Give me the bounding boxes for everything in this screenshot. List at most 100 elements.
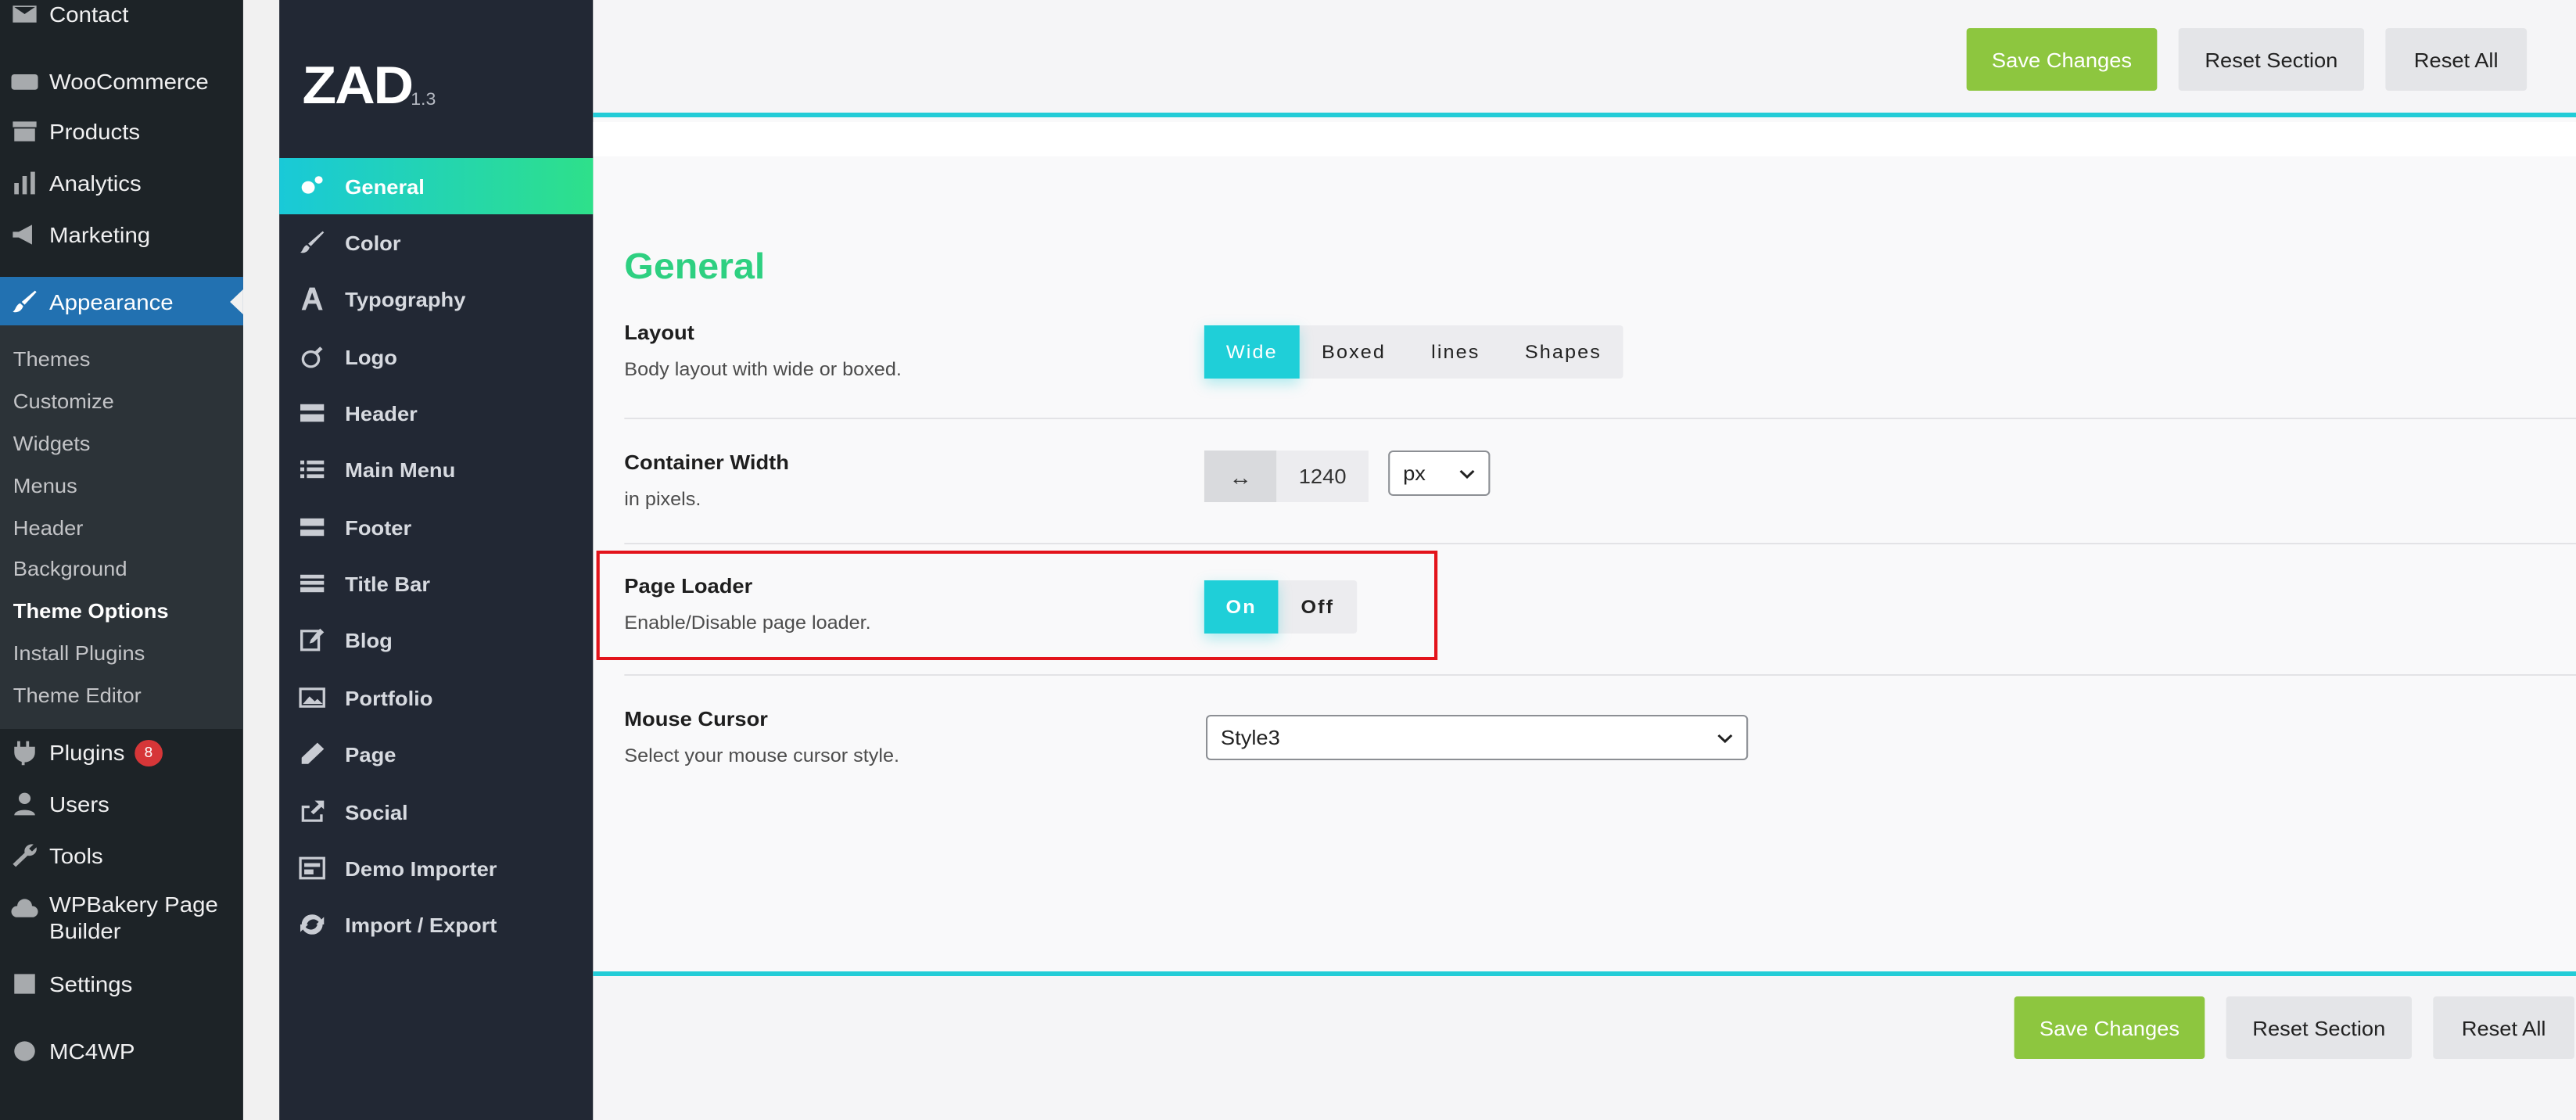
save-changes-button[interactable]: Save Changes [1966, 28, 2158, 91]
title-bar-icon [279, 571, 345, 596]
wp-menu-appearance[interactable]: Appearance [0, 277, 243, 327]
wp-menu-label: Settings [49, 971, 133, 996]
wp-menu-marketing[interactable]: Marketing [0, 210, 243, 260]
wp-menu-label: Products [49, 119, 141, 144]
archive-icon [0, 117, 49, 145]
nav-label: Main Menu [345, 458, 456, 481]
wp-menu-settings[interactable]: Settings [0, 959, 243, 1009]
nav-color[interactable]: Color [279, 214, 593, 271]
wp-menu-wpbakery[interactable]: WPBakery Page Builder [0, 892, 243, 954]
width-unit-select[interactable]: px [1388, 451, 1491, 496]
theme-version: 1.3 [411, 91, 436, 109]
reset-all-button-bottom[interactable]: Reset All [2433, 996, 2574, 1059]
header-divider-strip [593, 122, 2576, 156]
nav-label: Footer [345, 515, 412, 539]
wp-menu-analytics[interactable]: Analytics [0, 158, 243, 208]
field-divider [624, 543, 2576, 544]
theme-options-nav: ZAD 1.3 General Color Typography Logo He… [279, 0, 594, 1120]
nav-logo[interactable]: Logo [279, 328, 593, 385]
wp-menu-tools[interactable]: Tools [0, 831, 243, 881]
nav-general[interactable]: General [279, 158, 594, 214]
wp-menu-products[interactable]: Products [0, 106, 243, 156]
brush-icon [279, 230, 345, 255]
nav-portfolio[interactable]: Portfolio [279, 669, 593, 726]
container-width-input: ↔ 1240 [1204, 451, 1369, 502]
settings-icon [0, 970, 49, 998]
wp-menu-label: Users [49, 792, 109, 817]
layout-option-boxed[interactable]: Boxed [1300, 325, 1408, 379]
nav-footer[interactable]: Footer [279, 499, 593, 555]
wrench-icon [0, 842, 49, 870]
submenu-menus[interactable]: Menus [13, 474, 77, 497]
nav-page[interactable]: Page [279, 726, 593, 782]
refresh-icon [279, 912, 345, 937]
nav-title-bar[interactable]: Title Bar [279, 555, 593, 612]
submenu-install-plugins[interactable]: Install Plugins [13, 641, 145, 665]
save-changes-button-bottom[interactable]: Save Changes [2014, 996, 2205, 1059]
wpbakery-label-line2: Builder [49, 918, 121, 943]
cloud-icon [0, 895, 49, 923]
chevron-down-icon [1717, 734, 1733, 744]
top-action-bar: Save Changes Reset Section Reset All [593, 0, 2576, 117]
wp-menu-label: WPBakery Page Builder [49, 892, 218, 945]
edit-icon [279, 627, 345, 652]
wp-menu-label: Marketing [49, 222, 151, 247]
mouse-cursor-value: Style3 [1220, 726, 1280, 749]
container-width-value[interactable]: 1240 [1276, 451, 1369, 502]
plugins-update-badge: 8 [135, 739, 163, 766]
submenu-theme-options[interactable]: Theme Options [13, 599, 169, 623]
nav-demo-importer[interactable]: Demo Importer [279, 840, 593, 896]
nav-label: Social [345, 800, 408, 824]
nav-social[interactable]: Social [279, 784, 593, 840]
plug-icon [0, 738, 49, 766]
nav-label: Page [345, 742, 396, 766]
mc4wp-icon [0, 1037, 49, 1065]
font-icon [279, 286, 345, 311]
mouse-cursor-select[interactable]: Style3 [1205, 715, 1749, 760]
wp-menu-plugins[interactable]: Plugins 8 [0, 727, 243, 777]
horizontal-arrows-icon: ↔ [1204, 451, 1277, 502]
chevron-down-icon [1459, 469, 1475, 479]
wp-admin-sidebar: Contact WooCommerce Products Analytics M… [0, 0, 243, 1120]
wp-menu-woocommerce[interactable]: WooCommerce [0, 56, 243, 106]
image-icon [279, 685, 345, 710]
paintbrush-icon [0, 288, 49, 316]
reset-all-button[interactable]: Reset All [2385, 28, 2528, 91]
field-divider [624, 418, 2576, 419]
layout-option-lines[interactable]: lines [1408, 325, 1503, 379]
field-divider [624, 674, 2576, 676]
layout-option-shapes[interactable]: Shapes [1503, 325, 1623, 379]
nav-main-menu[interactable]: Main Menu [279, 441, 593, 497]
reset-section-button[interactable]: Reset Section [2178, 28, 2365, 91]
nav-label: Color [345, 231, 401, 254]
lightbulb-icon [279, 344, 345, 369]
nav-blog[interactable]: Blog [279, 612, 593, 668]
nav-label: Header [345, 401, 418, 425]
submenu-header[interactable]: Header [13, 516, 84, 540]
nav-header[interactable]: Header [279, 385, 593, 441]
submenu-theme-editor[interactable]: Theme Editor [13, 684, 142, 707]
wp-menu-contact[interactable]: Contact [0, 0, 243, 39]
wp-menu-users[interactable]: Users [0, 779, 243, 829]
nav-label: Demo Importer [345, 856, 497, 880]
pencil-icon [279, 741, 345, 766]
container-width-description: in pixels. [624, 488, 701, 510]
nav-typography[interactable]: Typography [279, 271, 593, 327]
reset-section-button-bottom[interactable]: Reset Section [2226, 996, 2412, 1059]
container-width-label: Container Width [624, 451, 789, 474]
layout-label: Layout [624, 321, 694, 344]
header-icon [279, 400, 345, 425]
submenu-widgets[interactable]: Widgets [13, 432, 91, 455]
wp-menu-label: MC4WP [49, 1039, 135, 1064]
nav-label: General [345, 174, 425, 198]
wp-menu-mc4wp[interactable]: MC4WP [0, 1026, 243, 1076]
appearance-submenu: Themes Customize Widgets Menus Header Ba… [0, 325, 243, 729]
wp-menu-label: WooCommerce [49, 69, 209, 94]
submenu-themes[interactable]: Themes [13, 347, 91, 371]
layout-option-wide[interactable]: Wide [1204, 325, 1300, 379]
submenu-background[interactable]: Background [13, 557, 127, 580]
share-icon [279, 799, 345, 824]
section-title: General [624, 246, 766, 286]
nav-import-export[interactable]: Import / Export [279, 896, 593, 953]
submenu-customize[interactable]: Customize [13, 389, 114, 413]
